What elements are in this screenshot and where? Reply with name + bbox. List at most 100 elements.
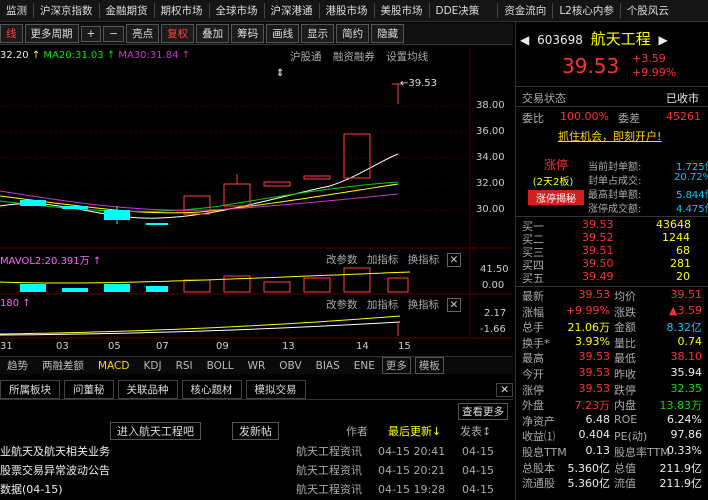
menu-item[interactable]: 港股市场 [318, 3, 374, 18]
news-title[interactable]: 股票交易异常波动公告 [0, 462, 110, 478]
open-account-link[interactable]: 抓住机会，即刻开户! [558, 128, 661, 144]
news-posted: 04-15 [462, 444, 494, 458]
post-time-header[interactable]: 发表↕ [460, 423, 491, 439]
margin-trading-link[interactable]: 融资融券 [333, 51, 375, 63]
restore-button[interactable]: 复权 [161, 24, 195, 43]
tab-ene[interactable]: ENE [347, 360, 382, 372]
menu-item[interactable]: 沪深港通 [263, 3, 319, 18]
tab-macd[interactable]: MACD [91, 360, 136, 372]
tab-ask-secretary[interactable]: 问董秘 [64, 380, 114, 399]
tab-trend[interactable]: 趋势 [0, 358, 35, 373]
ma20-line [0, 181, 399, 212]
tab-core-topics[interactable]: 核心题材 [181, 380, 242, 399]
menu-item[interactable]: 沪深京指数 [33, 3, 99, 18]
highlight-button[interactable]: 亮点 [126, 24, 160, 43]
tab-more[interactable]: 更多 [381, 357, 411, 374]
tab-template[interactable]: 模板 [414, 357, 444, 374]
tab-kdj[interactable]: KDJ [136, 360, 168, 372]
new-post-button[interactable]: 发新帖 [232, 422, 279, 440]
tab-margin-diff[interactable]: 两融差额 [35, 358, 91, 373]
menu-item[interactable]: 美股市场 [373, 3, 429, 18]
menu-item[interactable]: DDE决策 [428, 3, 486, 18]
menu-item[interactable]: 个股风云 [619, 3, 675, 18]
vol-add-link[interactable]: 加指标 [367, 254, 399, 266]
tab-sim-trade[interactable]: 模拟交易 [245, 380, 306, 399]
menu-item[interactable]: 期权市场 [153, 3, 209, 18]
enter-forum-button[interactable]: 进入航天工程吧 [110, 422, 201, 440]
orderbook-volume: 68 [676, 244, 690, 257]
tab-sector[interactable]: 所属板块 [0, 380, 60, 399]
price-axis-30: 30.00 [476, 204, 505, 215]
macd-add-link[interactable]: 加指标 [367, 299, 399, 311]
quote-label: 流通股 [522, 477, 555, 491]
vol-params-link[interactable]: 改参数 [326, 254, 358, 266]
quote-value: 32.35 [670, 381, 703, 395]
limit-up-reveal-button[interactable]: 涨停揭秘 [528, 190, 584, 205]
quote-label: 外盘 [522, 399, 544, 413]
last-price: 39.53 [562, 54, 620, 78]
orderbook-volume: 281 [670, 257, 691, 270]
quote-label: 股息率TTM [614, 446, 670, 459]
menu-item[interactable]: 全球市场 [208, 3, 264, 18]
zoom-out-button[interactable]: − [103, 25, 125, 42]
display-button[interactable]: 显示 [301, 24, 335, 43]
next-stock-icon[interactable]: ▶ [659, 33, 668, 47]
candle [303, 175, 331, 180]
hide-button[interactable]: 隐藏 [371, 24, 405, 43]
quote-value: 39.53 [578, 366, 611, 379]
menu-item[interactable]: 资金流向 [497, 3, 552, 18]
brief-button[interactable]: 简约 [336, 24, 370, 43]
prev-stock-icon[interactable]: ◀ [520, 33, 529, 47]
hk-connect-link[interactable]: 沪股通 [290, 51, 322, 63]
ma30-value: MA30:31.84 [118, 50, 179, 61]
zoom-in-button[interactable]: + [80, 25, 102, 42]
quote-value: +9.99% [565, 303, 610, 317]
tab-obv[interactable]: OBV [272, 360, 308, 372]
max-seal-label: 最高封单额: [588, 190, 642, 201]
menu-item[interactable]: 监测 [0, 3, 33, 18]
vol-switch-link[interactable]: 换指标 [408, 254, 440, 266]
news-close-icon[interactable]: ✕ [496, 382, 513, 397]
tab-wr[interactable]: WR [241, 360, 273, 372]
view-more-button[interactable]: 查看更多 [458, 403, 508, 420]
vol-close-icon[interactable]: ✕ [446, 253, 462, 267]
vol-links: 改参数 加指标 换指标 ✕ [326, 252, 462, 267]
line-mode-button[interactable]: 线 [0, 24, 23, 43]
overlay-button[interactable]: 叠加 [196, 24, 230, 43]
seal-amount-label: 当前封单额: [588, 162, 642, 173]
date-tick: 13 [282, 341, 295, 352]
menu-item[interactable]: L2核心内参 [552, 3, 620, 18]
macd-close-icon[interactable]: ✕ [446, 298, 462, 312]
period-button[interactable]: 更多周期 [24, 24, 79, 43]
news-title[interactable]: 业航天及航天相关业务 [0, 443, 110, 459]
quote-label: 涨停 [522, 383, 544, 397]
quote-label: 收益⑴ [522, 430, 555, 444]
quote-value: 39.53 [578, 350, 611, 364]
macd-params-link[interactable]: 改参数 [326, 299, 358, 311]
chip-button[interactable]: 筹码 [231, 24, 265, 43]
news-posted: 04-15 [462, 463, 494, 477]
macd-switch-link[interactable]: 换指标 [408, 299, 440, 311]
news-item[interactable]: 数据(04-15) 航天工程资讯 04-15 19:28 04-15 [0, 479, 513, 499]
set-ma-link[interactable]: 设置均线 [386, 51, 428, 63]
news-item[interactable]: 业航天及航天相关业务 航天工程资讯 04-15 20:41 04-15 [0, 441, 513, 461]
quote-label: 金额 [614, 321, 636, 335]
tab-related[interactable]: 关联品种 [117, 380, 178, 399]
candle [146, 223, 168, 225]
tab-boll[interactable]: BOLL [200, 360, 241, 372]
latest-update-header[interactable]: 最后更新↓ [388, 423, 441, 439]
max-price-label: ←39.53 [400, 78, 438, 89]
news-item[interactable]: 股票交易异常波动公告 航天工程资讯 04-15 20:21 04-15 [0, 460, 513, 480]
quote-label: 净资产 [522, 414, 555, 428]
quote-label: 总值 [614, 461, 636, 475]
candle [343, 133, 371, 179]
macd-links: 改参数 加指标 换指标 ✕ [326, 297, 462, 312]
kline-chart[interactable]: ⇕ 32.20 ↑ MA20:31.03 ↑ MA30:31.84 ↑ 沪股通 … [0, 46, 513, 356]
tab-bias[interactable]: BIAS [309, 360, 347, 372]
draw-line-button[interactable]: 画线 [266, 24, 300, 43]
limit-up-block: 涨停 (2天2板) 涨停揭秘 [528, 156, 584, 205]
news-title[interactable]: 数据(04-15) [0, 481, 63, 497]
quote-label: 量比 [614, 336, 636, 350]
tab-rsi[interactable]: RSI [169, 360, 200, 372]
menu-item[interactable]: 金融期货 [98, 3, 154, 18]
